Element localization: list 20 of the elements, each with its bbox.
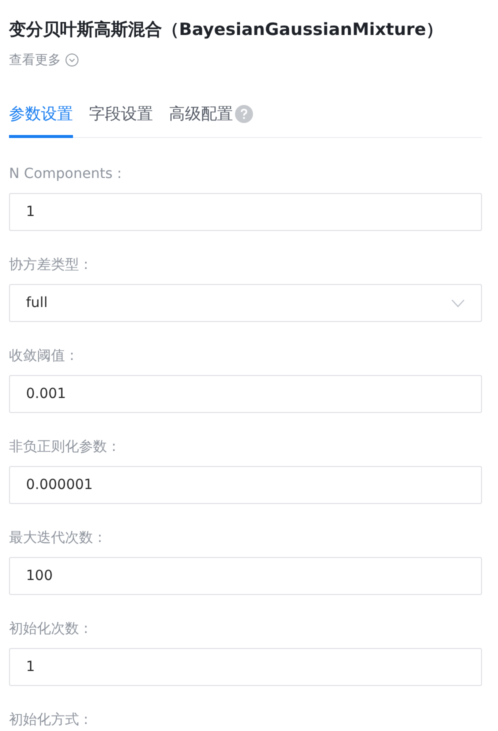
input-field[interactable]: 100	[9, 557, 482, 595]
field-label: 最大迭代次数 :	[9, 529, 104, 548]
field-label: 初始化方式 :	[9, 711, 90, 730]
input-field[interactable]: 1	[9, 193, 482, 231]
input-field[interactable]: 1	[9, 648, 482, 686]
panel-title: 变分贝叶斯高斯混合（BayesianGaussianMixture）	[9, 19, 444, 42]
input-field[interactable]: 0.000001	[9, 466, 482, 504]
field-label: 收敛阈值 :	[9, 347, 76, 366]
field-label: 非负正则化参数 :	[9, 438, 118, 457]
tab[interactable]: 参数设置	[9, 100, 73, 138]
chevron-circle-icon[interactable]	[65, 53, 79, 67]
chevron-down-icon	[451, 298, 465, 308]
field-label: 初始化次数 :	[9, 620, 90, 639]
select-field[interactable]: full	[9, 284, 482, 322]
input-field[interactable]: 0.001	[9, 375, 482, 413]
tab[interactable]: 高级配置	[169, 100, 233, 138]
field-label: 协方差类型 :	[9, 256, 90, 275]
field-label: N Components :	[9, 165, 123, 184]
help-icon[interactable]	[235, 104, 253, 122]
tab[interactable]: 字段设置	[89, 100, 153, 138]
